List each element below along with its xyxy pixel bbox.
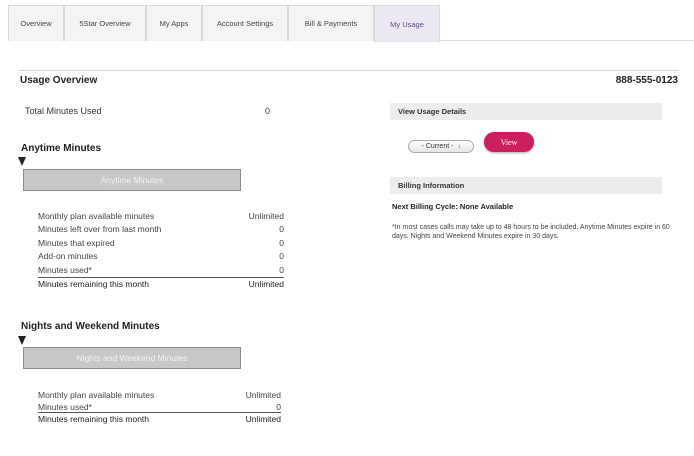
row-label: Minutes left over from last month [38, 224, 162, 235]
total-row: Minutes remaining this month Unlimited [38, 412, 281, 425]
row-label: Monthly plan available minutes [38, 390, 155, 400]
caret-down-icon [18, 336, 26, 345]
row-label: Minutes used* [38, 264, 92, 275]
tab-overview[interactable]: Overview [8, 5, 64, 41]
row-value: 0 [279, 224, 284, 235]
row-label: Minutes remaining this month [38, 278, 150, 289]
row-label: Minutes that expired [38, 237, 115, 248]
view-button[interactable]: View [484, 132, 534, 152]
row-value: 0 [279, 237, 284, 248]
tab-bar: Overview 5Star Overview My Apps Account … [8, 5, 694, 42]
table-row: Add-on minutes 0 [38, 250, 284, 263]
phone-number: 888-555-0123 [615, 75, 678, 86]
row-value: Unlimited [248, 278, 284, 289]
anytime-minutes-title: Anytime Minutes [21, 143, 102, 154]
nights-weekend-bar: Nights and Weekend Minutes [23, 347, 241, 369]
row-value: 0 [279, 251, 284, 262]
header-divider [18, 70, 679, 71]
table-row: Minutes used* 0 [38, 264, 284, 277]
tab-bill-payments[interactable]: Bill & Payments [288, 5, 374, 41]
table-row: Minutes that expired 0 [38, 237, 284, 250]
usage-footnote: *In most cases calls may take up to 48 h… [392, 224, 670, 240]
row-value: Unlimited [245, 390, 281, 400]
select-arrows-icon: ↕ [457, 143, 461, 150]
select-value: - Current - [421, 143, 454, 150]
anytime-minutes-bar: Anytime Minutes [23, 169, 241, 191]
tab-my-usage[interactable]: My Usage [374, 5, 440, 42]
row-label: Minutes remaining this month [38, 414, 150, 425]
total-minutes-label: Total Minutes Used [25, 106, 102, 116]
billing-info-header: Billing Information [390, 177, 662, 194]
total-minutes-value: 0 [264, 106, 270, 116]
tab-my-apps[interactable]: My Apps [146, 5, 202, 41]
table-row: Minutes used* 0 [38, 402, 281, 412]
table-row: Monthly plan available minutes Unlimited [38, 210, 284, 223]
caret-down-icon [18, 157, 26, 166]
next-billing-cycle: Next Billing Cycle: None Available [392, 202, 514, 211]
row-value: Unlimited [248, 211, 284, 221]
row-label: Add-on minutes [38, 251, 98, 262]
billing-period-select[interactable]: - Current - ↕ [408, 140, 474, 153]
table-row: Monthly plan available minutes Unlimited [38, 389, 281, 402]
nights-weekend-title: Nights and Weekend Minutes [21, 321, 160, 332]
row-value: Unlimited [245, 414, 281, 425]
usage-details-header: View Usage Details [390, 103, 662, 120]
nights-weekend-table: Monthly plan available minutes Unlimited … [38, 389, 281, 426]
tab-5star-overview[interactable]: 5Star Overview [64, 5, 146, 41]
anytime-minutes-table: Monthly plan available minutes Unlimited … [38, 210, 284, 290]
row-value: 0 [279, 264, 284, 275]
row-label: Minutes used* [38, 402, 92, 413]
row-label: Monthly plan available minutes [38, 211, 155, 221]
usage-overview-title: Usage Overview [20, 75, 98, 86]
tab-account-settings[interactable]: Account Settings [202, 5, 288, 41]
table-row: Minutes left over from last month 0 [38, 223, 284, 236]
total-row: Minutes remaining this month Unlimited [38, 276, 284, 290]
row-value: 0 [276, 402, 281, 413]
